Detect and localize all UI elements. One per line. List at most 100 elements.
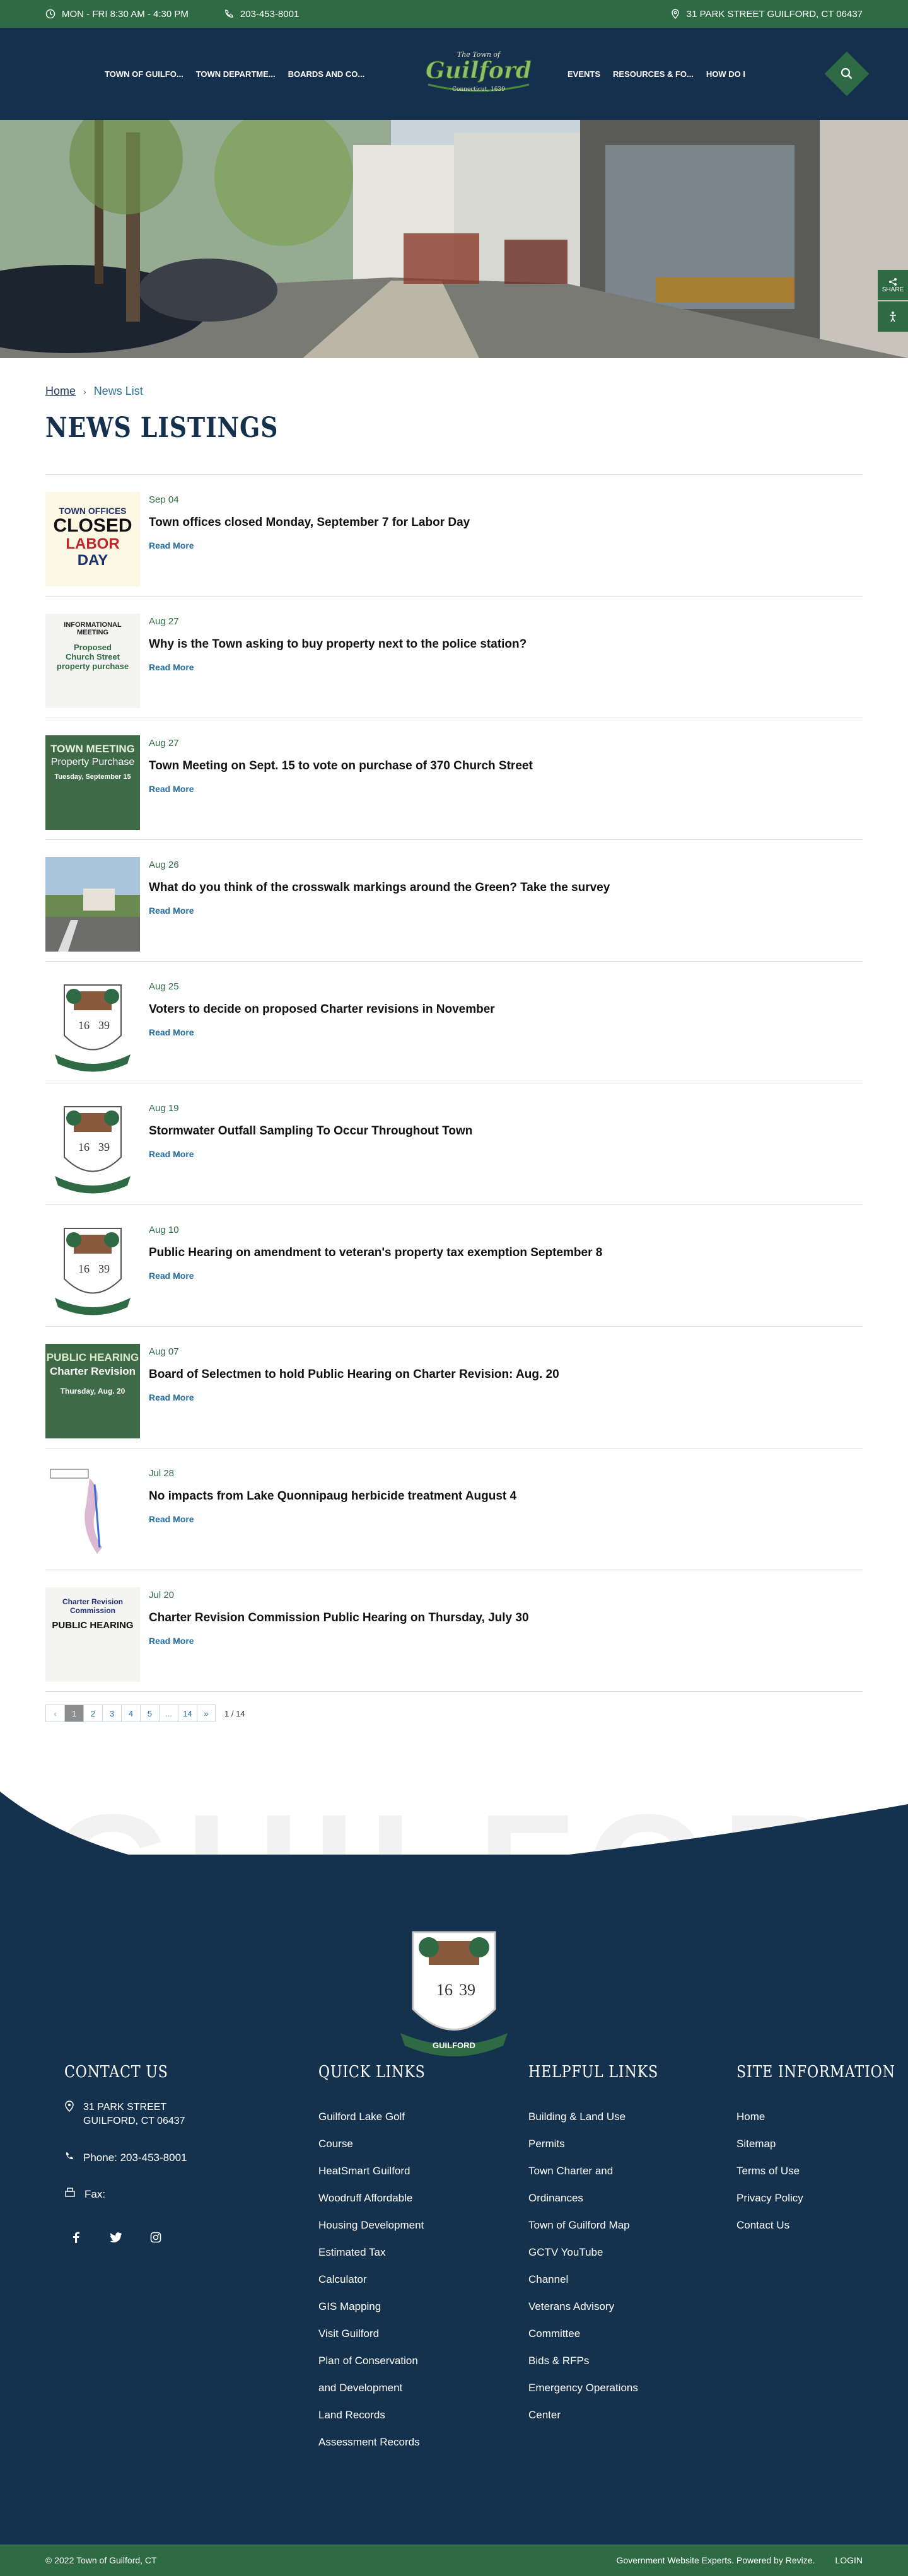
pagination-page[interactable]: 4 — [121, 1705, 140, 1722]
news-title[interactable]: Board of Selectmen to hold Public Hearin… — [149, 1368, 559, 1382]
footer-link[interactable]: Guilford Lake Golf — [318, 2103, 528, 2130]
news-thumbnail[interactable] — [45, 857, 140, 952]
footer-link[interactable]: Bids & RFPs — [528, 2347, 736, 2374]
footer-link[interactable]: Sitemap — [736, 2130, 875, 2157]
footer-link[interactable]: GIS Mapping — [318, 2293, 528, 2320]
footer-link[interactable]: Estimated Tax — [318, 2239, 528, 2266]
news-thumbnail[interactable] — [45, 1466, 140, 1560]
news-title[interactable]: Stormwater Outfall Sampling To Occur Thr… — [149, 1124, 472, 1138]
footer-link[interactable]: Course — [318, 2130, 528, 2157]
phone-icon — [225, 9, 233, 18]
footer-link[interactable]: Town Charter and — [528, 2157, 736, 2184]
twitter-icon[interactable] — [110, 2232, 122, 2243]
thumb-text: property purchase — [56, 661, 129, 671]
footer-link[interactable]: Town of Guilford Map — [528, 2212, 736, 2239]
instagram-icon[interactable] — [150, 2232, 161, 2243]
address-info[interactable]: 31 PARK STREET GUILFORD, CT 06437 — [670, 9, 863, 20]
facebook-icon[interactable] — [71, 2232, 82, 2243]
read-more-link[interactable]: Read More — [149, 662, 194, 672]
read-more-link[interactable]: Read More — [149, 1149, 194, 1159]
footer-link[interactable]: Terms of Use — [736, 2157, 875, 2184]
footer-link[interactable]: Visit Guilford — [318, 2320, 528, 2347]
footer-link[interactable]: Plan of Conservation — [318, 2347, 528, 2374]
footer-link[interactable]: Ordinances — [528, 2184, 736, 2212]
news-title[interactable]: Charter Revision Commission Public Heari… — [149, 1611, 529, 1625]
news-title[interactable]: Town Meeting on Sept. 15 to vote on purc… — [149, 759, 533, 773]
footer-link[interactable]: Woodruff Affordable — [318, 2184, 528, 2212]
footer-link[interactable]: Contact Us — [736, 2212, 875, 2239]
share-widget: SHARE — [878, 270, 908, 333]
news-thumbnail[interactable]: TOWN OFFICES CLOSED LABOR DAY — [45, 492, 140, 586]
news-thumbnail[interactable]: 16 39 — [45, 1100, 140, 1195]
nav-events[interactable]: EVENTS — [568, 69, 600, 79]
map-pin-icon — [672, 9, 679, 19]
nav-town-of-guilford[interactable]: TOWN OF GUILFO... — [105, 69, 183, 79]
login-link[interactable]: LOGIN — [835, 2555, 863, 2565]
search-button[interactable] — [824, 51, 870, 96]
news-thumbnail[interactable]: INFORMATIONAL MEETING Proposed Church St… — [45, 614, 140, 708]
footer-link[interactable]: and Development — [318, 2374, 528, 2401]
nav-town-departments[interactable]: TOWN DEPARTME... — [196, 69, 276, 79]
breadcrumb: Home › News List — [45, 385, 863, 398]
read-more-link[interactable]: Read More — [149, 906, 194, 916]
footer-link[interactable]: Land Records — [318, 2401, 528, 2428]
powered-by-link[interactable]: Government Website Experts. Powered by R… — [617, 2555, 815, 2565]
read-more-link[interactable]: Read More — [149, 1636, 194, 1646]
phone-text[interactable]: 203-453-8001 — [240, 9, 299, 20]
news-thumbnail[interactable]: 16 39 — [45, 979, 140, 1073]
footer-link[interactable]: Channel — [528, 2266, 736, 2293]
news-title[interactable]: Voters to decide on proposed Charter rev… — [149, 1003, 495, 1017]
share-button[interactable]: SHARE — [878, 270, 908, 300]
nav-resources-and-forms[interactable]: RESOURCES & FO... — [613, 69, 694, 79]
footer-link[interactable]: Calculator — [318, 2266, 528, 2293]
read-more-link[interactable]: Read More — [149, 1392, 194, 1402]
nav-how-do-i[interactable]: HOW DO I — [706, 69, 745, 79]
pagination-page[interactable]: 2 — [83, 1705, 102, 1722]
read-more-link[interactable]: Read More — [149, 540, 194, 551]
pagination-page[interactable]: 3 — [102, 1705, 121, 1722]
news-thumbnail[interactable]: Charter Revision Commission PUBLIC HEARI… — [45, 1587, 140, 1682]
address-line1: 31 PARK STREET — [83, 2102, 167, 2113]
news-thumbnail[interactable]: 16 39 — [45, 1222, 140, 1317]
svg-text:16: 16 — [78, 1262, 90, 1275]
news-thumbnail[interactable]: PUBLIC HEARING Charter Revision Thursday… — [45, 1344, 140, 1438]
pagination-next[interactable]: » — [197, 1705, 216, 1722]
footer-quick-links-heading: QUICK LINKS — [318, 2063, 426, 2082]
footer-link[interactable]: Assessment Records — [318, 2428, 528, 2456]
footer-link[interactable]: Building & Land Use — [528, 2103, 736, 2130]
thumb-text: TOWN MEETING — [50, 743, 135, 755]
nav-boards-and-commissions[interactable]: BOARDS AND CO... — [288, 69, 365, 79]
footer-link[interactable]: Privacy Policy — [736, 2184, 875, 2212]
pagination-page[interactable]: 1 — [64, 1705, 83, 1722]
read-more-link[interactable]: Read More — [149, 784, 194, 794]
footer-link[interactable]: Emergency Operations — [528, 2374, 736, 2401]
news-title[interactable]: Why is the Town asking to buy property n… — [149, 638, 527, 651]
site-header: TOWN OF GUILFO... TOWN DEPARTME... BOARD… — [0, 28, 908, 120]
news-title[interactable]: What do you think of the crosswalk marki… — [149, 881, 610, 895]
read-more-link[interactable]: Read More — [149, 1027, 194, 1037]
breadcrumb-home[interactable]: Home — [45, 385, 76, 398]
news-title[interactable]: Town offices closed Monday, September 7 … — [149, 516, 470, 530]
footer-phone[interactable]: Phone: 203-453-8001 — [64, 2151, 318, 2165]
read-more-link[interactable]: Read More — [149, 1514, 194, 1524]
news-thumbnail[interactable]: TOWN MEETING Property Purchase Tuesday, … — [45, 735, 140, 830]
accessibility-button[interactable] — [878, 301, 908, 332]
footer-link[interactable]: Home — [736, 2103, 875, 2130]
address-text[interactable]: 31 PARK STREET GUILFORD, CT 06437 — [687, 9, 863, 20]
read-more-link[interactable]: Read More — [149, 1271, 194, 1281]
footer-link[interactable]: GCTV YouTube — [528, 2239, 736, 2266]
pagination-page[interactable]: 5 — [140, 1705, 159, 1722]
pagination-prev[interactable]: ‹ — [45, 1705, 64, 1722]
news-title[interactable]: No impacts from Lake Quonnipaug herbicid… — [149, 1489, 516, 1503]
footer-link[interactable]: Veterans Advisory — [528, 2293, 736, 2320]
footer-link[interactable]: Center — [528, 2401, 736, 2428]
footer-link[interactable]: Permits — [528, 2130, 736, 2157]
footer-phone-text[interactable]: Phone: 203-453-8001 — [83, 2151, 187, 2165]
footer-link[interactable]: Housing Development — [318, 2212, 528, 2239]
footer-link[interactable]: HeatSmart Guilford — [318, 2157, 528, 2184]
site-logo[interactable]: The Town of Guilford Connecticut, 1639 — [419, 45, 538, 102]
footer-link[interactable]: Committee — [528, 2320, 736, 2347]
phone-info[interactable]: 203-453-8001 — [224, 9, 299, 20]
news-title[interactable]: Public Hearing on amendment to veteran's… — [149, 1246, 602, 1260]
pagination-page[interactable]: 14 — [178, 1705, 197, 1722]
